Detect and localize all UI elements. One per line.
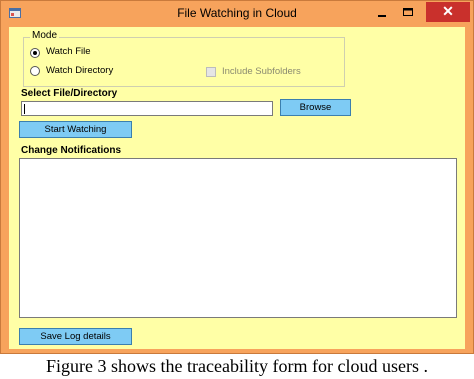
mode-legend: Mode — [30, 30, 60, 41]
text-caret — [24, 104, 25, 114]
mode-groupbox: Mode Watch File Watch Directory Include … — [23, 30, 345, 87]
watch-directory-label[interactable]: Watch Directory — [46, 65, 113, 76]
browse-button[interactable]: Browse — [280, 99, 351, 116]
include-subfolders-label: Include Subfolders — [222, 66, 301, 77]
save-log-button[interactable]: Save Log details — [19, 328, 132, 345]
app-window: File Watching in Cloud ✕ Mode Watch File… — [0, 0, 474, 354]
form-client-area: Mode Watch File Watch Directory Include … — [9, 27, 465, 349]
path-input[interactable] — [21, 101, 273, 116]
figure-caption: Figure 3 shows the traceability form for… — [46, 356, 428, 376]
watch-file-label[interactable]: Watch File — [46, 46, 91, 57]
minimize-icon[interactable] — [375, 7, 389, 19]
start-watching-button[interactable]: Start Watching — [19, 121, 132, 138]
close-icon: ✕ — [442, 3, 454, 19]
close-button[interactable]: ✕ — [426, 2, 470, 22]
change-notifications-heading: Change Notifications — [21, 145, 122, 156]
title-bar: File Watching in Cloud ✕ — [1, 1, 473, 27]
notifications-textarea[interactable] — [19, 158, 457, 318]
select-file-heading: Select File/Directory — [21, 88, 118, 99]
watch-file-radio[interactable] — [30, 48, 40, 58]
maximize-icon[interactable] — [401, 6, 415, 18]
include-subfolders-checkbox[interactable] — [206, 67, 216, 77]
watch-directory-radio[interactable] — [30, 66, 40, 76]
